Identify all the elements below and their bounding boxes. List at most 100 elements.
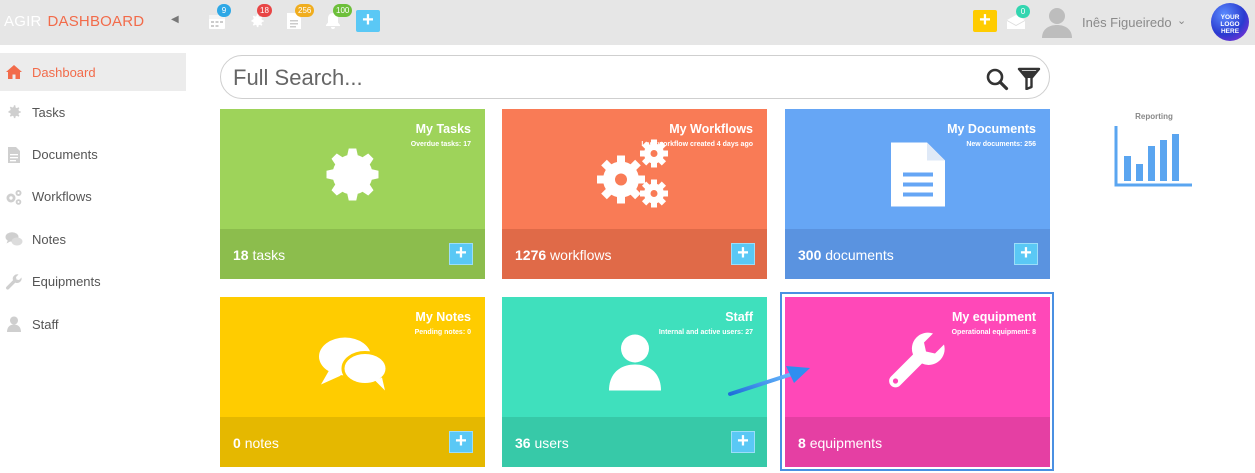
sidebar-item-dashboard[interactable]: Dashboard <box>0 53 186 91</box>
messages-icon[interactable]: 0 <box>1006 5 1030 34</box>
documents-icon[interactable]: 256 <box>286 4 315 32</box>
sidebar-item-label: Tasks <box>32 104 66 120</box>
tile-body[interactable]: My Tasks Overdue tasks: 17 <box>220 109 485 229</box>
sidebar-item-documents[interactable]: Documents <box>0 133 186 175</box>
tile-my-workflows[interactable]: My Workflows Last workflow created 4 days… <box>502 109 767 279</box>
quick-create-button[interactable]: + <box>973 10 997 32</box>
highlight-box <box>780 292 1054 471</box>
tile-add-button[interactable]: + <box>731 243 755 265</box>
gears-icon <box>596 139 673 215</box>
search-bar[interactable]: Full Search... <box>220 55 1050 99</box>
user-name: Inês Figueiredo <box>1082 15 1172 30</box>
user-avatar-icon <box>1042 8 1072 38</box>
sidebar-item-label: Dashboard <box>32 64 96 80</box>
settings-icon[interactable]: 18 <box>248 4 272 32</box>
tile-my-documents[interactable]: My Documents New documents: 256 300 docume… <box>785 109 1050 279</box>
tile-subtitle: New documents: 256 <box>966 141 1036 148</box>
tile-count-value: 0 <box>233 435 241 451</box>
tile-count-value: 18 <box>233 247 249 263</box>
tile-subtitle: Pending notes: 0 <box>414 329 471 336</box>
tile-footer: 1276 workflows + <box>502 229 767 279</box>
tile-add-button[interactable]: + <box>731 431 755 453</box>
logo-line-1: YOUR <box>1220 14 1240 21</box>
tile-title: My Tasks <box>415 122 471 136</box>
sidebar-item-label: Staff <box>32 316 59 332</box>
tile-footer: 18 tasks + <box>220 229 485 279</box>
notifications-badge: 100 <box>333 4 353 17</box>
tile-count: 18 tasks <box>233 247 285 263</box>
documents-badge: 256 <box>295 4 315 17</box>
chevron-down-icon: ⌄ <box>1177 15 1187 27</box>
gears-icon <box>6 189 22 205</box>
user-menu[interactable]: Inês Figueiredo ⌄ <box>1040 6 1190 38</box>
collapse-sidebar-icon[interactable]: ◀ <box>171 14 179 25</box>
reporting-label: Reporting <box>1135 112 1173 121</box>
tile-count-unit: users <box>534 435 569 451</box>
tile-my-tasks[interactable]: My Tasks Overdue tasks: 17 18 tasks + <box>220 109 485 279</box>
tile-count-unit: tasks <box>252 247 286 263</box>
app-brand[interactable]: AGIR DASHBOARD <box>4 13 144 30</box>
tile-body[interactable]: My Workflows Last workflow created 4 days… <box>502 109 767 229</box>
sidebar-item-label: Documents <box>32 147 98 163</box>
settings-badge: 18 <box>257 4 272 17</box>
user-icon <box>7 316 21 333</box>
home-icon <box>6 65 22 79</box>
tile-footer: 36 users + <box>502 417 767 467</box>
tile-count-value: 1276 <box>515 247 547 263</box>
sidebar-item-label: Notes <box>32 231 66 247</box>
tile-count-unit: notes <box>244 435 279 451</box>
sidebar: Dashboard Tasks Documents Workflows Note… <box>0 53 186 345</box>
tile-footer: 0 notes + <box>220 417 485 467</box>
sidebar-item-workflows[interactable]: Workflows <box>0 176 186 218</box>
tile-count: 36 users <box>515 435 569 451</box>
sidebar-item-equipments[interactable]: Equipments <box>0 261 186 303</box>
chat-icon <box>317 335 389 396</box>
tile-count: 1276 workflows <box>515 247 612 263</box>
sidebar-item-notes[interactable]: Notes <box>0 218 186 260</box>
tile-title: My Documents <box>947 122 1036 136</box>
tile-subtitle: Internal and active users: 27 <box>658 329 753 336</box>
sidebar-item-label: Workflows <box>32 189 92 205</box>
document-icon <box>889 141 947 214</box>
tile-add-button[interactable]: + <box>449 243 473 265</box>
wrench-icon <box>6 274 22 290</box>
arrow-annotation-icon <box>728 366 810 396</box>
tile-body[interactable]: My Notes Pending notes: 0 <box>220 297 485 417</box>
chat-icon <box>5 232 23 246</box>
section-title: DASHBOARD <box>47 13 145 30</box>
tile-count: 300 documents <box>798 247 894 263</box>
sidebar-item-tasks[interactable]: Tasks <box>0 91 186 133</box>
search-input[interactable]: Full Search... <box>233 65 363 91</box>
logo-line-3: HERE <box>1220 28 1240 35</box>
tile-subtitle: Overdue tasks: 17 <box>410 141 471 148</box>
gear-icon <box>323 145 383 210</box>
tile-my-notes[interactable]: My Notes Pending notes: 0 0 notes + <box>220 297 485 467</box>
tile-count-value: 36 <box>515 435 531 451</box>
reporting-widget[interactable]: Reporting <box>1110 112 1198 192</box>
tile-title: My Workflows <box>669 122 753 136</box>
search-icon[interactable] <box>985 67 1009 91</box>
bar-chart-icon <box>1114 126 1192 187</box>
tile-count-unit: documents <box>825 247 894 263</box>
filter-icon[interactable] <box>1017 67 1041 90</box>
messages-badge: 0 <box>1016 5 1030 18</box>
sidebar-item-staff[interactable]: Staff <box>0 303 186 345</box>
tile-add-button[interactable]: + <box>449 431 473 453</box>
document-icon <box>8 146 20 163</box>
calendar-icon[interactable]: 9 <box>208 4 231 32</box>
calendar-badge: 9 <box>217 4 231 17</box>
tile-count-value: 300 <box>798 247 822 263</box>
tile-footer: 300 documents + <box>785 229 1050 279</box>
company-logo: YOUR LOGO HERE <box>1211 3 1249 41</box>
quick-add-button[interactable]: + <box>356 10 380 32</box>
user-icon <box>607 333 663 398</box>
tile-body[interactable]: My Documents New documents: 256 <box>785 109 1050 229</box>
tile-add-button[interactable]: + <box>1014 243 1038 265</box>
tile-count: 0 notes <box>233 435 279 451</box>
brand-name: AGIR <box>4 13 42 30</box>
tile-count-unit: workflows <box>550 247 612 263</box>
top-bar: AGIR DASHBOARD ◀ 9 18 256 100 + + 0 Inês … <box>0 0 1255 45</box>
sidebar-item-label: Equipments <box>32 274 101 290</box>
notifications-icon[interactable]: 100 <box>324 4 353 32</box>
gear-icon <box>8 105 21 119</box>
